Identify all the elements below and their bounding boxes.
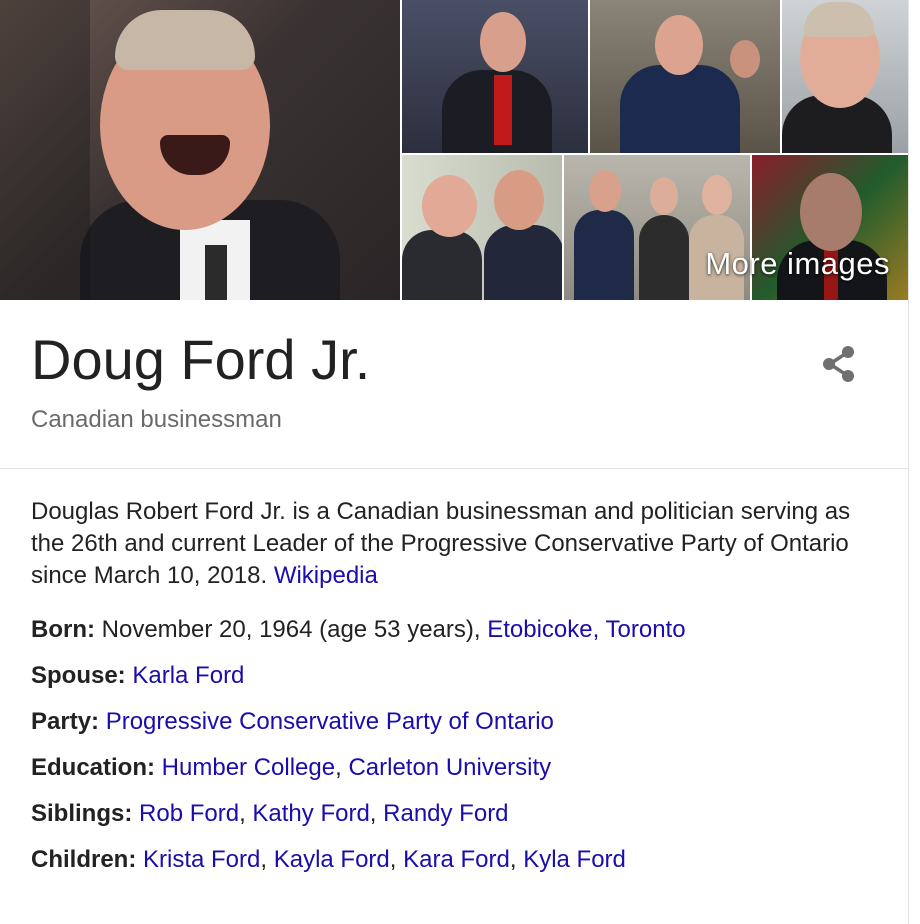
fact-link[interactable]: Krista Ford [143,846,260,873]
knowledge-panel: More images Doug Ford Jr. Canadian busin… [0,0,909,924]
separator: , [335,754,342,781]
fact-spouse: Spouse: Karla Ford [31,660,891,706]
separator: , [260,846,268,873]
fact-label: Party: [31,708,100,735]
fact-link[interactable]: Humber College [162,754,335,781]
fact-born: Born: November 20, 1964 (age 53 years), … [31,614,891,660]
fact-education: Education: Humber College, Carleton Univ… [31,752,891,798]
fact-siblings: Siblings: Rob Ford, Kathy Ford, Randy Fo… [31,798,891,844]
fact-children: Children: Krista Ford, Kayla Ford, Kara … [31,844,891,890]
fact-link[interactable]: Carleton University [348,754,551,781]
fact-label: Education: [31,754,155,781]
fact-label: Siblings: [31,800,133,827]
fact-link[interactable]: Kathy Ford [252,800,369,827]
fact-link[interactable]: Randy Ford [383,800,508,827]
fact-link[interactable]: Rob Ford [139,800,239,827]
fact-link[interactable]: Etobicoke, Toronto [487,616,685,643]
fact-label: Born: [31,616,95,643]
fact-link[interactable]: Kara Ford [403,846,510,873]
fact-label: Children: [31,846,137,873]
fact-label: Spouse: [31,662,126,689]
thumbnail-1[interactable] [402,0,588,153]
main-image[interactable] [0,0,400,300]
wikipedia-link[interactable]: Wikipedia [274,562,378,589]
image-gallery: More images [0,0,908,300]
separator: , [239,800,246,827]
separator: , [389,846,397,873]
entity-subtitle: Canadian businessman [31,406,282,433]
fact-link[interactable]: Kyla Ford [523,846,626,873]
thumbnail-2[interactable] [590,0,780,153]
description: Douglas Robert Ford Jr. is a Canadian bu… [31,496,871,592]
thumbnail-4[interactable] [402,155,562,300]
entity-title: Doug Ford Jr. [31,328,371,391]
share-button[interactable] [818,343,860,385]
description-text: Douglas Robert Ford Jr. is a Canadian bu… [31,498,851,589]
thumbnail-3[interactable] [782,0,908,153]
title-block: Doug Ford Jr. Canadian businessman [31,326,370,434]
fact-link[interactable]: Kayla Ford [274,846,390,873]
separator: , [509,846,517,873]
separator: , [369,800,377,827]
fact-link[interactable]: Karla Ford [132,662,244,689]
fact-value: November 20, 1964 (age 53 years), [101,616,481,643]
facts-list: Born: November 20, 1964 (age 53 years), … [31,614,891,890]
fact-link[interactable]: Progressive Conservative Party of Ontari… [106,708,554,735]
section-divider [0,468,908,469]
share-icon [823,346,854,382]
more-images-link[interactable]: More images [705,246,890,282]
fact-party: Party: Progressive Conservative Party of… [31,706,891,752]
